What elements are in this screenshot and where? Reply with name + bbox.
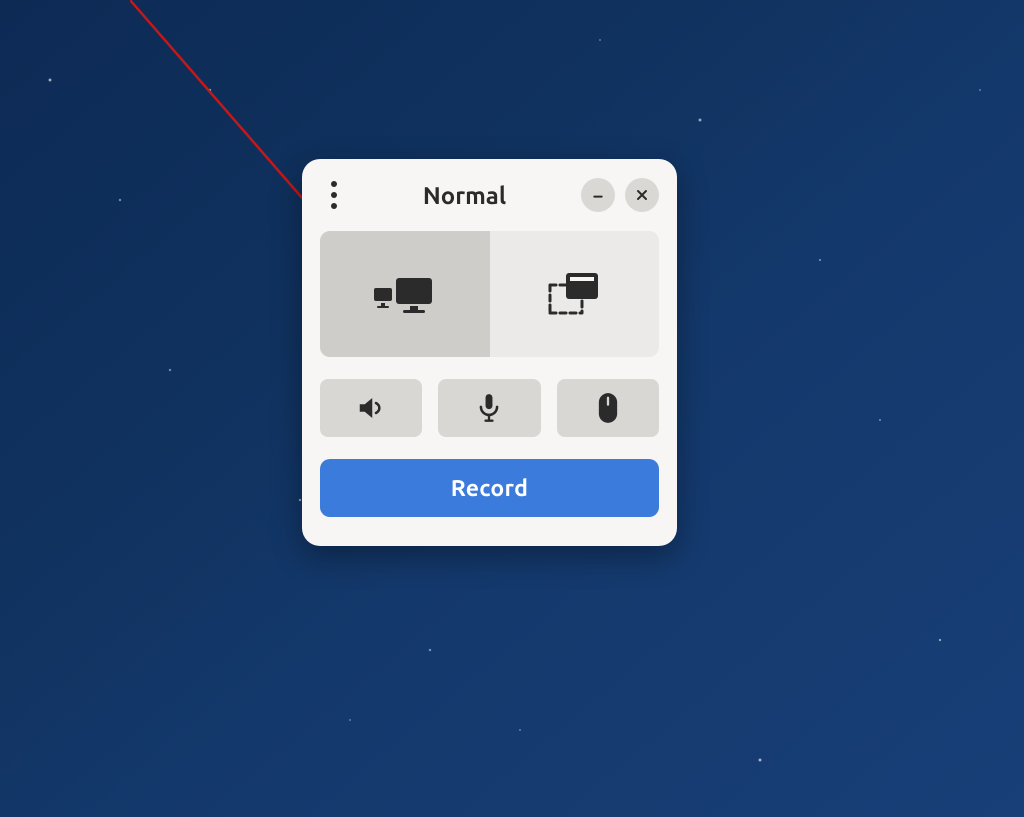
menu-button[interactable] xyxy=(320,181,348,209)
close-icon xyxy=(634,187,650,203)
microphone-icon xyxy=(475,393,503,423)
capture-selection-button[interactable] xyxy=(490,231,660,357)
record-microphone-button[interactable] xyxy=(438,379,540,437)
capture-screen-button[interactable] xyxy=(320,231,490,357)
desktop-wallpaper: Normal xyxy=(0,0,1024,817)
options-row xyxy=(320,379,659,437)
record-button[interactable]: Record xyxy=(320,459,659,517)
close-button[interactable] xyxy=(625,178,659,212)
screens-icon xyxy=(374,272,436,316)
minimize-button[interactable] xyxy=(581,178,615,212)
window-title: Normal xyxy=(423,182,506,209)
recorder-window: Normal xyxy=(302,159,677,546)
show-pointer-button[interactable] xyxy=(557,379,659,437)
window-controls xyxy=(581,178,659,212)
selection-window-icon xyxy=(546,271,602,317)
minimize-icon xyxy=(590,187,606,203)
mouse-pointer-icon xyxy=(597,392,619,424)
capture-mode-group xyxy=(320,231,659,357)
titlebar: Normal xyxy=(320,173,659,217)
record-sound-button[interactable] xyxy=(320,379,422,437)
sound-icon xyxy=(356,393,386,423)
